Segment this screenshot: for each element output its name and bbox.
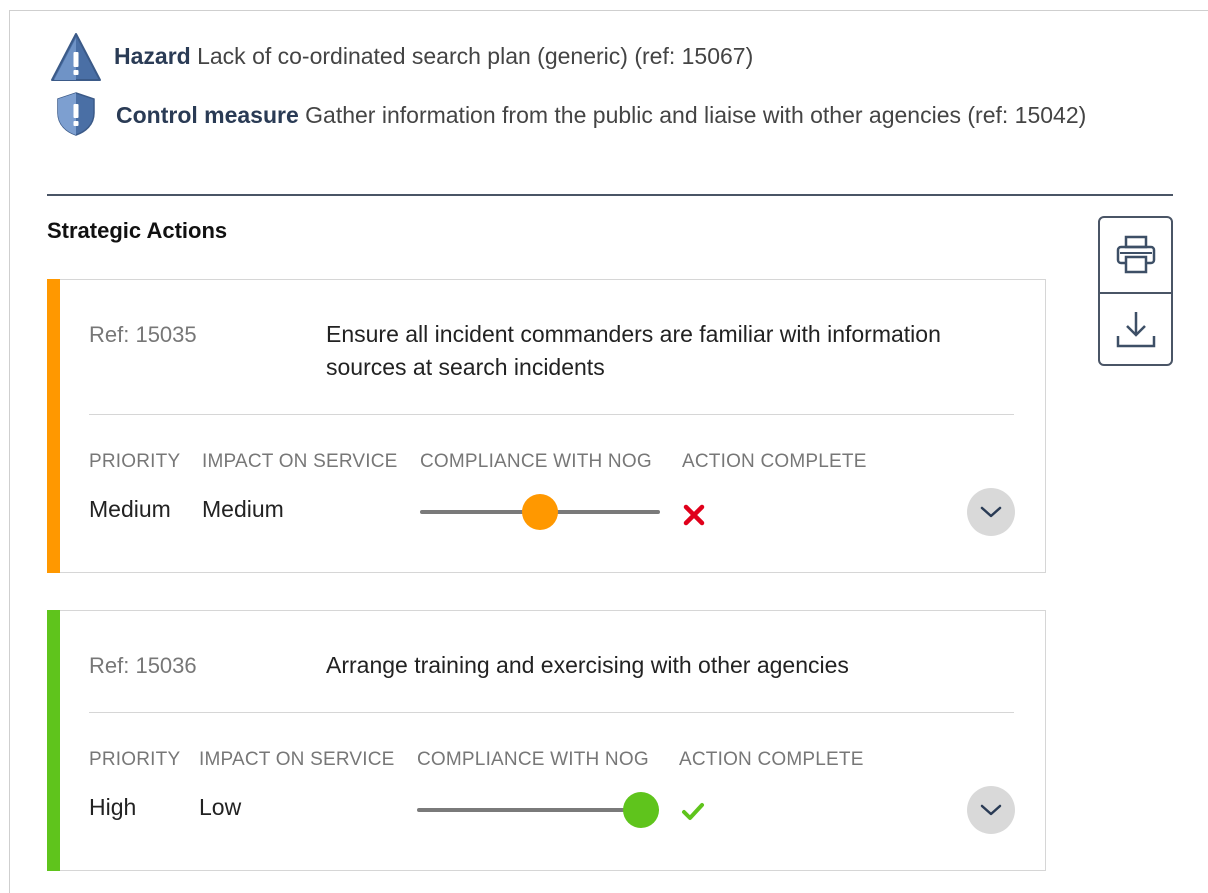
action-priority-stripe [47, 610, 60, 871]
action-priority-stripe [47, 279, 60, 573]
action-description: Arrange training and exercising with oth… [326, 652, 849, 678]
hazard-label: Hazard [114, 42, 191, 69]
warning-triangle-icon [51, 33, 101, 81]
download-button[interactable] [1100, 292, 1171, 364]
slider-knob[interactable] [623, 792, 659, 828]
hazard-text-block: Hazard Lack of co-ordinated search plan … [114, 43, 753, 70]
slider-knob[interactable] [522, 494, 558, 530]
chevron-down-icon [980, 506, 1002, 518]
impact-label: IMPACT ON SERVICE [202, 451, 398, 472]
print-button[interactable] [1100, 218, 1171, 292]
chevron-down-icon [980, 804, 1002, 816]
download-icon [1116, 312, 1155, 348]
complete-label: ACTION COMPLETE [682, 451, 867, 472]
section-title: Strategic Actions [47, 218, 228, 243]
expand-button[interactable] [967, 488, 1015, 536]
priority-label: PRIORITY [89, 451, 181, 472]
impact-value: Medium [202, 496, 284, 522]
priority-value: Medium [89, 496, 171, 522]
action-toolbar [1098, 216, 1173, 366]
control-measure-line: Control measure Gather information from … [48, 92, 1128, 140]
action-ref: Ref: 15035 [89, 322, 197, 347]
action-card: Ref: 15035 Ensure all incident commander… [47, 279, 1046, 573]
impact-value: Low [199, 794, 242, 820]
hazard-line: Hazard Lack of co-ordinated search plan … [48, 30, 753, 82]
action-description: Ensure all incident commanders are famil… [326, 321, 941, 380]
section-divider [47, 194, 1173, 196]
shield-icon [57, 92, 95, 136]
expand-button[interactable] [967, 786, 1015, 834]
impact-label: IMPACT ON SERVICE [199, 749, 395, 770]
priority-label: PRIORITY [89, 749, 181, 770]
complete-label: ACTION COMPLETE [679, 749, 864, 770]
compliance-slider[interactable] [420, 494, 660, 530]
card-divider [89, 712, 1014, 713]
compliance-slider[interactable] [417, 792, 659, 828]
cross-icon [683, 504, 705, 526]
check-icon [682, 803, 704, 820]
print-icon [1116, 235, 1155, 274]
control-measure-label: Control measure [116, 102, 299, 129]
action-ref: Ref: 15036 [89, 653, 197, 678]
card-divider [89, 414, 1014, 415]
hazard-description: Lack of co-ordinated search plan (generi… [197, 42, 754, 69]
action-card: Ref: 15036 Arrange training and exercisi… [47, 610, 1046, 871]
compliance-label: COMPLIANCE WITH NOG [417, 749, 649, 770]
priority-value: High [89, 794, 137, 820]
control-measure-description: Gather information from the public and l… [305, 102, 1087, 129]
compliance-label: COMPLIANCE WITH NOG [420, 451, 652, 472]
